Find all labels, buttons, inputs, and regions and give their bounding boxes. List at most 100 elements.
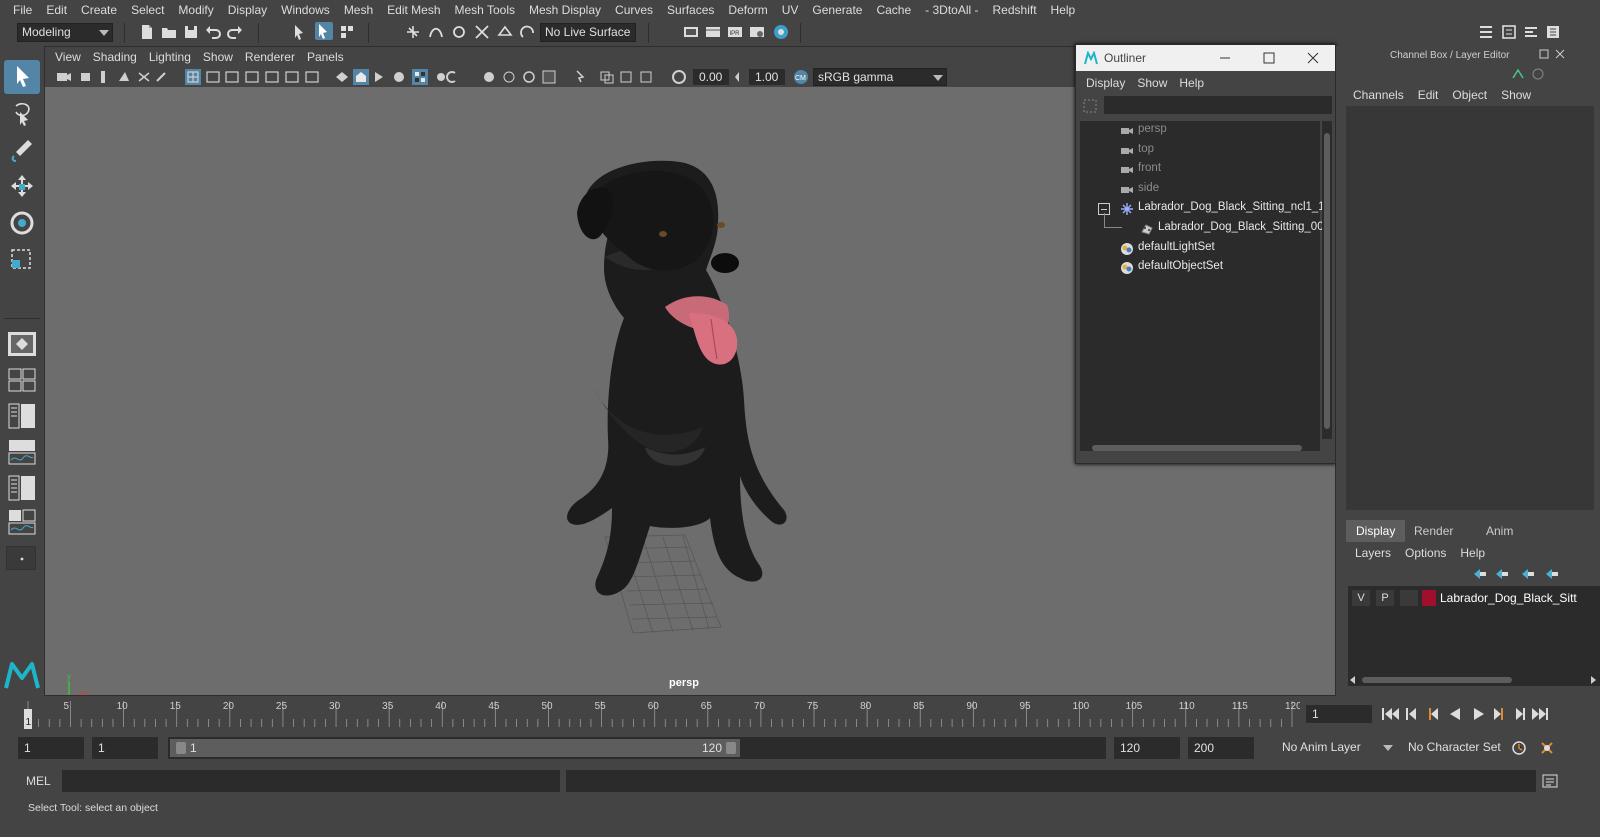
new-scene-icon[interactable] <box>138 23 156 41</box>
viewport-menu-show[interactable]: Show <box>197 50 239 64</box>
move-tool-icon[interactable] <box>4 170 40 204</box>
layer-color-swatch[interactable] <box>1422 590 1436 606</box>
menu-uv[interactable]: UV <box>775 3 806 17</box>
timeline-ruler[interactable]: 5 10 15 20 25 30 35 40 45 50 55 60 65 70 75 80 85 90 95 100… <box>18 697 1300 731</box>
color-space-dropdown[interactable]: sRGB gamma <box>813 68 947 86</box>
hypershade-layout-icon[interactable] <box>6 508 38 536</box>
outliner-item[interactable]: side <box>1080 180 1320 199</box>
menu-curves[interactable]: Curves <box>608 3 660 17</box>
outliner-item[interactable]: defaultObjectSet <box>1080 258 1320 277</box>
outliner-vscrollbar[interactable] <box>1322 121 1332 439</box>
viewport-menu-shading[interactable]: Shading <box>87 50 143 64</box>
menu-mesh[interactable]: Mesh <box>337 3 380 17</box>
anim-layer-dropdown[interactable]: No Anim Layer <box>1278 737 1396 759</box>
menu-surfaces[interactable]: Surfaces <box>660 3 721 17</box>
tab-render[interactable]: Render <box>1404 520 1463 542</box>
gamma-field[interactable]: 1.00 <box>749 69 785 85</box>
menu-help[interactable]: Help <box>1044 3 1083 17</box>
paint-select-icon[interactable] <box>4 134 40 168</box>
outliner-search-input[interactable] <box>1104 96 1332 114</box>
menu-mesh-tools[interactable]: Mesh Tools <box>448 3 522 17</box>
mode-selector[interactable]: Modeling <box>17 23 113 42</box>
layer-type-toggle[interactable] <box>1400 590 1418 606</box>
command-input[interactable] <box>62 770 560 792</box>
menu-create[interactable]: Create <box>74 3 124 17</box>
range-start-handle[interactable] <box>176 742 186 754</box>
tab-display[interactable]: Display <box>1346 520 1406 542</box>
anim-preferences-icon[interactable] <box>1538 739 1556 757</box>
four-view-layout-icon[interactable] <box>6 366 38 394</box>
layer-visibility-toggle[interactable]: V <box>1352 590 1370 606</box>
attribute-editor-icon[interactable] <box>1500 23 1518 41</box>
current-frame-field[interactable]: 1 <box>1306 705 1372 723</box>
menu-windows[interactable]: Windows <box>274 3 337 17</box>
range-track[interactable]: 1 120 <box>168 737 1106 759</box>
range-bar[interactable]: 1 120 <box>170 739 740 757</box>
script-editor-icon[interactable] <box>1541 772 1559 790</box>
menu-edit[interactable]: Edit <box>39 3 74 17</box>
viewport-menu-renderer[interactable]: Renderer <box>239 50 301 64</box>
channel-box-toggle-icon[interactable] <box>1544 23 1562 41</box>
outliner-menu-display[interactable]: Display <box>1080 76 1131 90</box>
maximize-icon[interactable] <box>1262 51 1276 65</box>
open-scene-icon[interactable] <box>160 23 178 41</box>
menu-redshift[interactable]: Redshift <box>986 3 1044 17</box>
outliner-item[interactable]: defaultLightSet <box>1080 239 1320 258</box>
close-panel-icon[interactable] <box>1554 48 1566 60</box>
tab-anim[interactable]: Anim <box>1476 520 1523 542</box>
menu-file[interactable]: File <box>6 3 39 17</box>
menu-display[interactable]: Display <box>221 3 274 17</box>
animation-start-field[interactable]: 1 <box>18 737 84 759</box>
filter-icon[interactable] <box>1082 98 1098 114</box>
viewport-menu-view[interactable]: View <box>49 50 87 64</box>
select-tool-icon[interactable] <box>4 60 40 94</box>
lasso-tool-icon[interactable] <box>4 98 40 132</box>
outliner-titlebar[interactable]: Outliner <box>1076 45 1335 71</box>
menu-generate[interactable]: Generate <box>805 3 869 17</box>
channel-box-menu-channels[interactable]: Channels <box>1346 88 1411 102</box>
outliner-item[interactable]: Labrador_Dog_Black_Sitting_001 <box>1080 213 1330 238</box>
channel-box-menu-show[interactable]: Show <box>1494 88 1538 102</box>
rotate-tool-icon[interactable] <box>4 206 40 240</box>
float-panel-icon[interactable] <box>1538 48 1550 60</box>
select-hierarchy-icon[interactable] <box>292 23 310 41</box>
scale-tool-icon[interactable] <box>4 242 40 276</box>
viewport-menu-lighting[interactable]: Lighting <box>143 50 197 64</box>
persp-outliner-layout-icon[interactable] <box>6 402 38 430</box>
outliner-menu-help[interactable]: Help <box>1173 76 1210 90</box>
channel-key-icon[interactable] <box>1510 66 1526 82</box>
layer-menu-options[interactable]: Options <box>1398 546 1453 560</box>
time-slider[interactable]: 5 10 15 20 25 30 35 40 45 50 55 60 65 70 75 80 85 90 95 100… <box>0 697 1600 731</box>
render-view-icon[interactable] <box>682 23 700 41</box>
outliner-item[interactable]: persp <box>1080 121 1320 140</box>
menu-mesh-display[interactable]: Mesh Display <box>522 3 608 17</box>
menu-select[interactable]: Select <box>124 3 171 17</box>
close-icon[interactable] <box>1306 51 1320 65</box>
menu-3dtoall[interactable]: - 3DtoAll - <box>918 3 985 17</box>
outliner-item[interactable]: front <box>1080 160 1320 179</box>
save-scene-icon[interactable] <box>182 23 200 41</box>
auto-key-icon[interactable] <box>1510 739 1528 757</box>
layer-hscrollbar[interactable] <box>1348 674 1600 686</box>
snap-grid-icon[interactable] <box>404 23 422 41</box>
range-end-handle[interactable] <box>726 742 736 754</box>
layer-actions-icon[interactable] <box>1470 566 1570 582</box>
ipr-render-icon[interactable]: IPR <box>726 23 744 41</box>
minimize-icon[interactable] <box>1218 51 1232 65</box>
outliner-hscrollbar[interactable] <box>1080 443 1320 453</box>
layer-menu-layers[interactable]: Layers <box>1348 546 1398 560</box>
live-surface-field[interactable]: No Live Surface <box>540 23 636 42</box>
channel-mute-icon[interactable] <box>1530 66 1546 82</box>
modeling-toolkit-icon[interactable] <box>1477 23 1495 41</box>
render-frame-icon[interactable] <box>704 23 722 41</box>
custom-layout-button[interactable] <box>6 546 36 570</box>
playback-start-field[interactable]: 1 <box>92 737 158 759</box>
menu-edit-mesh[interactable]: Edit Mesh <box>380 3 447 17</box>
snap-curve-icon[interactable] <box>427 23 445 41</box>
layer-row[interactable]: V P Labrador_Dog_Black_Sitt <box>1348 586 1600 610</box>
outliner-menu-show[interactable]: Show <box>1131 76 1173 90</box>
outliner-item[interactable]: top <box>1080 141 1320 160</box>
channel-box-menu-edit[interactable]: Edit <box>1411 88 1446 102</box>
layer-playback-toggle[interactable]: P <box>1376 590 1394 606</box>
redo-icon[interactable] <box>226 23 244 41</box>
